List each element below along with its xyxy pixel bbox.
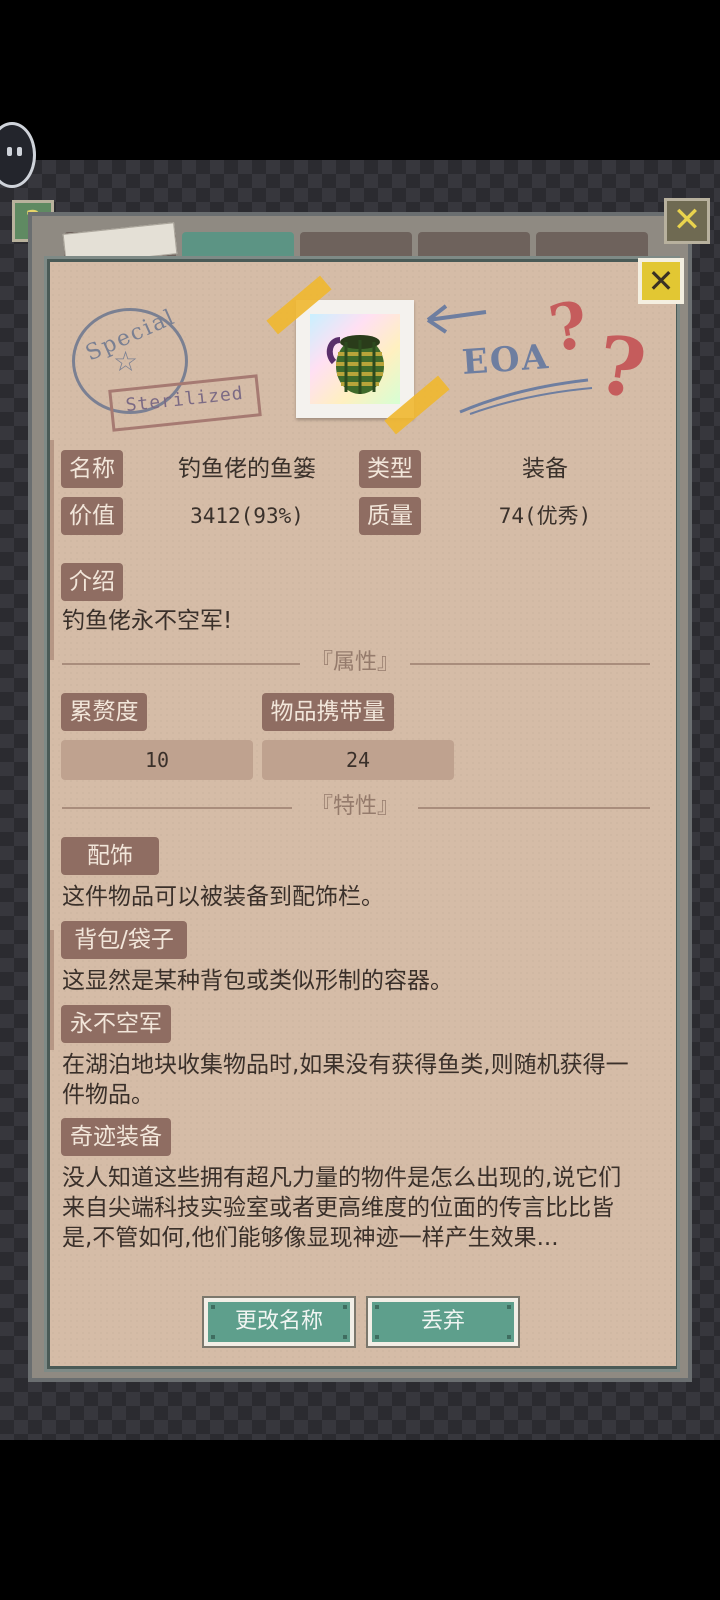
swish-doodle <box>459 378 593 415</box>
capacity-value: 24 <box>262 740 454 780</box>
star-icon: ☆ <box>113 345 139 378</box>
item-quality: 74(优秀) <box>498 504 592 528</box>
arrow-doodle-icon <box>426 304 487 334</box>
discard-button[interactable]: 丢弃 <box>366 1296 520 1348</box>
discard-button-label: 丢弃 <box>420 1309 465 1334</box>
attributes-section-title: 『属性』 <box>310 650 399 675</box>
traits-section-title: 『特性』 <box>310 794 399 819</box>
paper-edge-mark <box>50 930 54 1050</box>
fish-basket-icon <box>326 335 384 394</box>
trait-tag-miracle: 奇迹装备 <box>61 1118 171 1156</box>
item-type: 装备 <box>522 456 568 482</box>
item-value: 3412(93%) <box>190 504 304 528</box>
value-tag: 价值 <box>61 497 123 535</box>
trait-description: 在湖泊地块收集物品时,如果没有获得鱼类,则随机获得一件物品。 <box>62 1052 629 1108</box>
item-image-frame <box>296 300 414 418</box>
rename-button[interactable]: 更改名称 <box>202 1296 356 1348</box>
divider <box>62 663 300 665</box>
name-tag: 名称 <box>61 450 123 488</box>
encumbrance-tag: 累赘度 <box>61 693 147 731</box>
close-icon[interactable]: ✕ <box>638 258 684 304</box>
paper-edge-mark <box>50 440 54 660</box>
intro-text: 钓鱼佬永不空军! <box>62 608 233 634</box>
encumbrance-value: 10 <box>61 740 253 780</box>
trait-description: 这显然是某种背包或类似形制的容器。 <box>62 968 453 994</box>
item-name: 钓鱼佬的鱼篓 <box>178 456 316 482</box>
trait-tag-accessory: 配饰 <box>61 837 159 875</box>
capacity-tag: 物品携带量 <box>262 693 394 731</box>
bottom-bar <box>0 1440 720 1600</box>
divider <box>418 807 650 809</box>
quality-tag: 质量 <box>359 497 421 535</box>
divider <box>410 663 650 665</box>
outer-close-button[interactable]: ✕ <box>664 198 710 244</box>
trait-description: 没人知道这些拥有超凡力量的物件是怎么出现的,说它们来自尖端科技实验室或者更高维度… <box>62 1165 622 1251</box>
rename-button-label: 更改名称 <box>234 1309 323 1334</box>
divider <box>62 807 292 809</box>
trait-tag-backpack: 背包/袋子 <box>61 921 187 959</box>
type-tag: 类型 <box>359 450 421 488</box>
item-image <box>310 314 400 404</box>
trait-description: 这件物品可以被装备到配饰栏。 <box>62 884 384 910</box>
intro-tag: 介绍 <box>61 563 123 601</box>
trait-tag-never-empty: 永不空军 <box>61 1005 171 1043</box>
